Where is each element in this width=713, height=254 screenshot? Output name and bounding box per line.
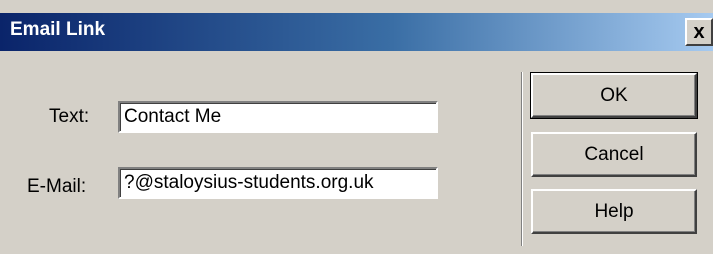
email-label: E-Mail: [27, 176, 87, 197]
cancel-button[interactable]: Cancel [531, 132, 697, 177]
separator [521, 72, 523, 246]
text-label: Text: [49, 106, 90, 127]
ok-button[interactable]: OK [530, 72, 698, 119]
close-icon: x [693, 20, 705, 43]
email-link-dialog: Email Link x Text: E-Mail: OK Cancel Hel… [0, 0, 713, 254]
window-title: Email Link [10, 19, 106, 40]
text-input[interactable] [118, 101, 438, 133]
help-button[interactable]: Help [531, 189, 697, 234]
email-input[interactable] [118, 167, 438, 199]
title-bar[interactable]: Email Link x [0, 13, 713, 51]
close-button[interactable]: x [685, 18, 713, 46]
